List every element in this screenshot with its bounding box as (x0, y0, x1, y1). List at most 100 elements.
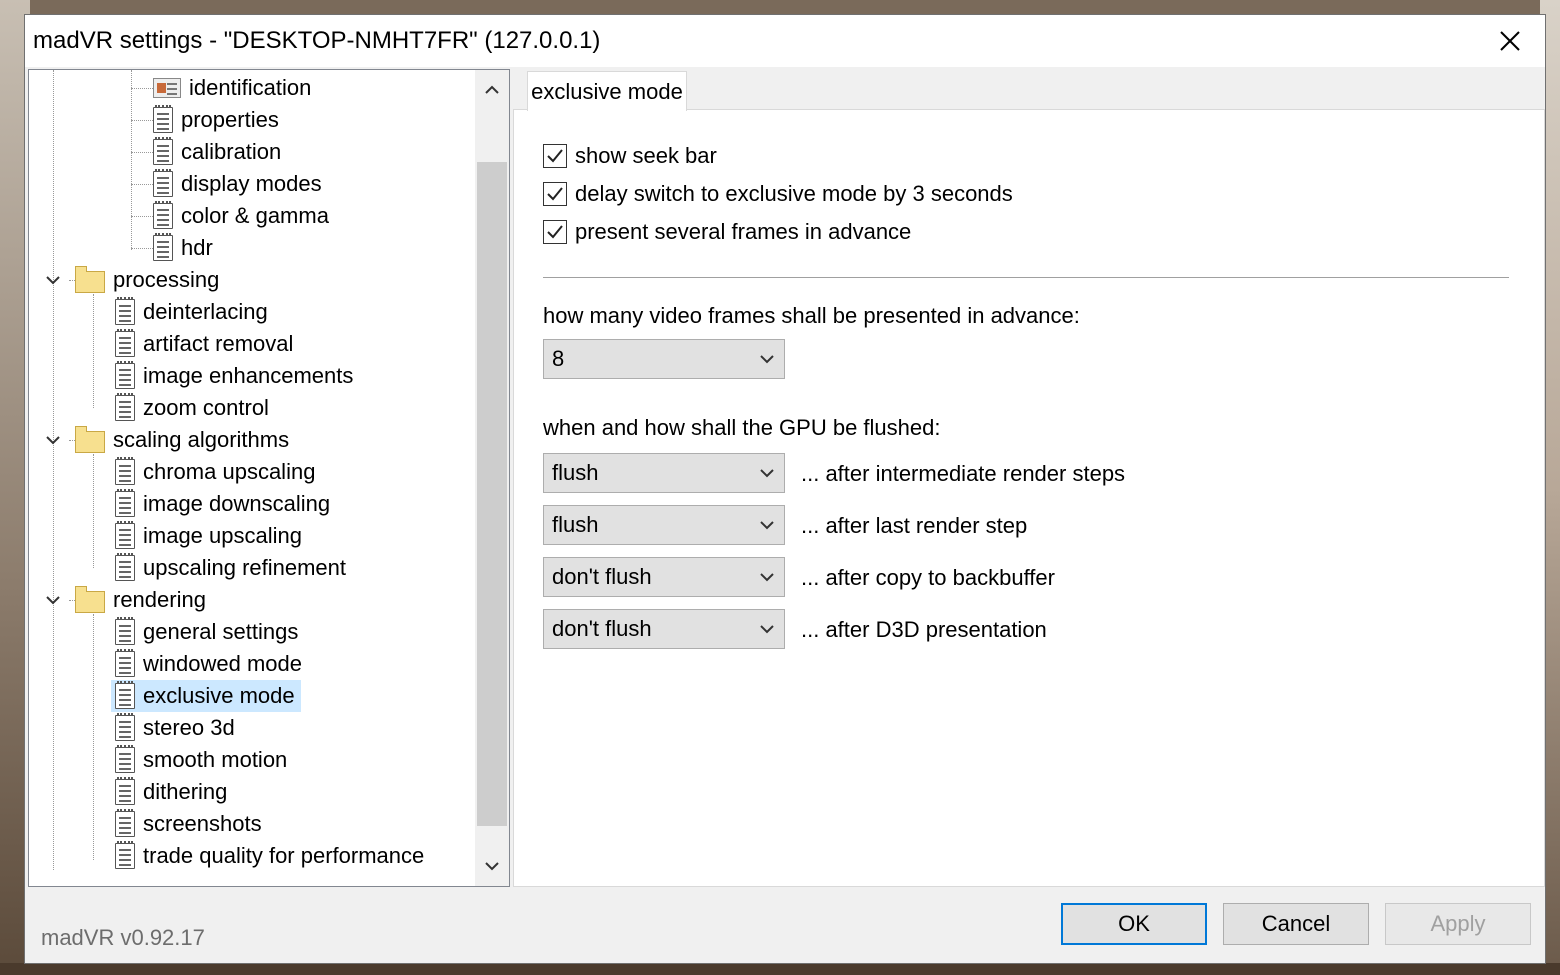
flush-backbuffer-select[interactable]: don't flush (543, 557, 785, 597)
tree-item-label: color & gamma (181, 203, 329, 228)
chevron-down-icon (760, 355, 774, 364)
tree-item-screenshots[interactable]: screenshots (115, 808, 268, 840)
window-title: madVR settings - "DESKTOP-NMHT7FR" (127.… (33, 27, 601, 54)
tree-item-image-downscaling[interactable]: image downscaling (115, 488, 336, 520)
document-icon (115, 777, 135, 805)
delay-switch-checkbox[interactable]: delay switch to exclusive mode by 3 seco… (543, 181, 1013, 207)
ok-button[interactable]: OK (1061, 903, 1207, 945)
checkbox-box[interactable] (543, 144, 567, 168)
tree-item-calibration[interactable]: calibration (153, 136, 287, 168)
tree-item-color-gamma[interactable]: color & gamma (153, 200, 335, 232)
checkmark-icon (547, 187, 563, 201)
document-icon (153, 201, 173, 229)
rendering-expander[interactable] (43, 590, 63, 610)
tree-item-label: zoom control (143, 395, 269, 420)
folder-icon (75, 586, 105, 613)
tree-item-upscaling-refinement[interactable]: upscaling refinement (115, 552, 352, 584)
scroll-down-button[interactable] (475, 848, 509, 884)
document-icon (115, 745, 135, 773)
settings-window: madVR settings - "DESKTOP-NMHT7FR" (127.… (24, 14, 1546, 964)
flush-d3d-select[interactable]: don't flush (543, 609, 785, 649)
id-card-icon (153, 78, 181, 98)
tree-item-label: upscaling refinement (143, 555, 347, 580)
tree-item-general-settings[interactable]: general settings (115, 616, 304, 648)
select-value: 8 (552, 346, 565, 371)
tree-item-hdr[interactable]: hdr (153, 232, 219, 264)
document-icon (115, 489, 135, 517)
document-icon (115, 521, 135, 549)
close-icon (1500, 31, 1520, 51)
select-value: don't flush (552, 616, 652, 641)
tree-item-label: general settings (143, 619, 299, 644)
apply-button[interactable]: Apply (1385, 903, 1531, 945)
tree-item-windowed-mode[interactable]: windowed mode (115, 648, 308, 680)
flush-intermediate-select[interactable]: flush (543, 453, 785, 493)
tree-item-label: calibration (181, 139, 282, 164)
present-frames-checkbox[interactable]: present several frames in advance (543, 219, 911, 245)
tree-item-image-upscaling[interactable]: image upscaling (115, 520, 308, 552)
tree-item-image-enhancements[interactable]: image enhancements (115, 360, 359, 392)
tree-item-zoom-control[interactable]: zoom control (115, 392, 275, 424)
tree-item-trade-quality[interactable]: trade quality for performance (115, 840, 430, 872)
tree-item-identification[interactable]: identification (153, 72, 317, 104)
chevron-down-icon (46, 436, 60, 445)
tree-item-artifact-removal[interactable]: artifact removal (115, 328, 299, 360)
scroll-thumb[interactable] (477, 162, 507, 826)
document-icon (115, 809, 135, 837)
flush-last-step-select[interactable]: flush (543, 505, 785, 545)
processing-expander[interactable] (43, 270, 63, 290)
version-label: madVR v0.92.17 (41, 925, 205, 950)
document-icon (115, 681, 135, 709)
tree-item-label: screenshots (143, 811, 262, 836)
tree-scrollbar[interactable] (475, 70, 509, 886)
chevron-down-icon (760, 521, 774, 530)
tree-item-display-modes[interactable]: display modes (153, 168, 328, 200)
gpu-flush-label: when and how shall the GPU be flushed: (543, 415, 941, 440)
document-icon (115, 329, 135, 357)
tree-item-rendering[interactable]: rendering (75, 584, 212, 616)
folder-icon (75, 426, 105, 453)
tree-item-scaling-algorithms[interactable]: scaling algorithms (75, 424, 295, 456)
tree-item-dithering[interactable]: dithering (115, 776, 233, 808)
tree-item-processing[interactable]: processing (75, 264, 225, 296)
checkbox-box[interactable] (543, 220, 567, 244)
title-bar: madVR settings - "DESKTOP-NMHT7FR" (127.… (25, 15, 1545, 67)
cancel-button[interactable]: Cancel (1223, 903, 1369, 945)
document-icon (115, 457, 135, 485)
checkbox-label: delay switch to exclusive mode by 3 seco… (575, 181, 1013, 206)
document-icon (115, 713, 135, 741)
tree-item-deinterlacing[interactable]: deinterlacing (115, 296, 274, 328)
document-icon (115, 393, 135, 421)
tree-item-label: deinterlacing (143, 299, 268, 324)
folder-icon (75, 266, 105, 293)
chevron-down-icon (46, 276, 60, 285)
chevron-down-icon (760, 573, 774, 582)
tree-item-label: artifact removal (143, 331, 294, 356)
scaling-expander[interactable] (43, 430, 63, 450)
settings-tree[interactable]: identification properties calibration di… (28, 69, 510, 887)
tree-item-chroma-upscaling[interactable]: chroma upscaling (115, 456, 321, 488)
document-icon (153, 169, 173, 197)
tree-item-label: image enhancements (143, 363, 354, 388)
tree-item-stereo-3d[interactable]: stereo 3d (115, 712, 241, 744)
document-icon (153, 233, 173, 261)
tree-item-label: rendering (113, 587, 206, 612)
chevron-up-icon (485, 85, 499, 94)
frames-advance-select[interactable]: 8 (543, 339, 785, 379)
tree-item-label: chroma upscaling (143, 459, 316, 484)
close-button[interactable] (1475, 15, 1545, 67)
show-seek-bar-checkbox[interactable]: show seek bar (543, 143, 717, 169)
tree-item-label: hdr (181, 235, 213, 260)
tree-item-label: image upscaling (143, 523, 302, 548)
chevron-down-icon (760, 469, 774, 478)
scroll-up-button[interactable] (475, 72, 509, 108)
tab-exclusive-mode[interactable]: exclusive mode (527, 71, 687, 111)
tree-item-properties[interactable]: properties (153, 104, 285, 136)
frames-advance-label: how many video frames shall be presented… (543, 303, 1080, 328)
document-icon (115, 617, 135, 645)
chevron-down-icon (46, 596, 60, 605)
checkbox-box[interactable] (543, 182, 567, 206)
tree-item-smooth-motion[interactable]: smooth motion (115, 744, 293, 776)
tree-item-exclusive-mode[interactable]: exclusive mode (111, 680, 301, 712)
desktop-background-bottom (0, 963, 1560, 975)
